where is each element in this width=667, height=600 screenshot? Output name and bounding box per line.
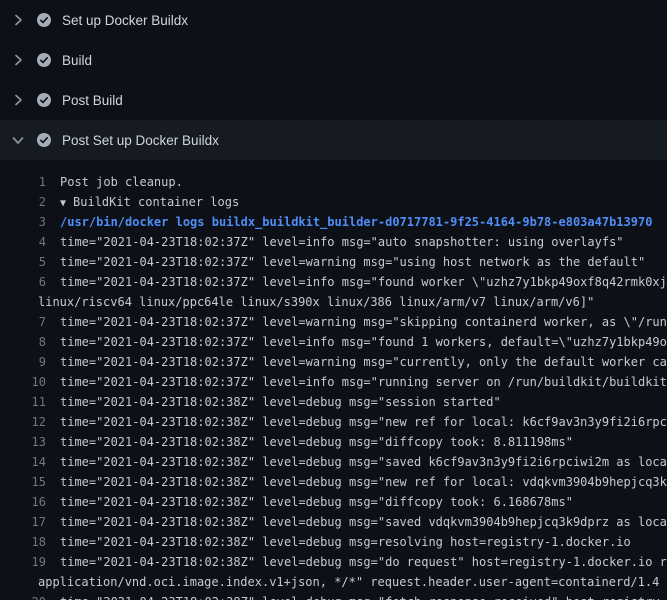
line-number[interactable]: 5 <box>0 252 46 272</box>
log-text: time="2021-04-23T18:02:37Z" level=warnin… <box>60 312 667 332</box>
log-line: 1 Post job cleanup. <box>0 172 667 192</box>
line-number[interactable]: 7 <box>0 312 46 332</box>
log-text: /usr/bin/docker logs buildx_buildkit_bui… <box>60 212 652 232</box>
line-number[interactable]: 2 <box>0 192 46 212</box>
line-number[interactable]: 17 <box>0 512 46 532</box>
log-text: time="2021-04-23T18:02:38Z" level=debug … <box>60 392 501 412</box>
log-line: 12 time="2021-04-23T18:02:38Z" level=deb… <box>0 412 667 432</box>
check-circle-icon <box>36 92 52 108</box>
line-number[interactable]: 8 <box>0 332 46 352</box>
line-number[interactable]: 15 <box>0 472 46 492</box>
log-line: 13 time="2021-04-23T18:02:38Z" level=deb… <box>0 432 667 452</box>
log-line: 10 time="2021-04-23T18:02:37Z" level=inf… <box>0 372 667 392</box>
line-number[interactable]: 6 <box>0 272 46 292</box>
chevron-icon <box>10 132 26 148</box>
log-text: time="2021-04-23T18:02:37Z" level=info m… <box>60 332 667 352</box>
log-text: time="2021-04-23T18:02:38Z" level=debug … <box>60 432 573 452</box>
line-number <box>0 292 24 312</box>
log-text: time="2021-04-23T18:02:37Z" level=warnin… <box>60 252 645 272</box>
line-number[interactable]: 11 <box>0 392 46 412</box>
log-text: time="2021-04-23T18:02:38Z" level=debug … <box>60 412 667 432</box>
log-line: 18 time="2021-04-23T18:02:38Z" level=deb… <box>0 532 667 552</box>
log-line: linux/riscv64 linux/ppc64le linux/s390x … <box>0 292 667 312</box>
log-text: Post job cleanup. <box>60 172 183 192</box>
step-header-build[interactable]: Build <box>0 40 667 80</box>
log-text: time="2021-04-23T18:02:38Z" level=debug … <box>60 552 667 572</box>
line-number[interactable]: 14 <box>0 452 46 472</box>
line-number[interactable]: 4 <box>0 232 46 252</box>
line-number <box>0 572 24 592</box>
log-text: time="2021-04-23T18:02:37Z" level=info m… <box>60 372 667 392</box>
log-line: 11 time="2021-04-23T18:02:38Z" level=deb… <box>0 392 667 412</box>
step-header-post-set-up-docker-buildx[interactable]: Post Set up Docker Buildx <box>0 120 667 160</box>
log-line: 9 time="2021-04-23T18:02:37Z" level=warn… <box>0 352 667 372</box>
log-line: 5 time="2021-04-23T18:02:37Z" level=warn… <box>0 252 667 272</box>
log-line: 15 time="2021-04-23T18:02:38Z" level=deb… <box>0 472 667 492</box>
check-circle-icon <box>36 12 52 28</box>
step-label: Post Build <box>62 93 123 108</box>
log-text: time="2021-04-23T18:02:37Z" level=info m… <box>60 232 624 252</box>
log-body[interactable]: 1 Post job cleanup. 2 ▼BuildKit containe… <box>0 160 667 600</box>
line-number[interactable]: 10 <box>0 372 46 392</box>
line-number[interactable]: 1 <box>0 172 46 192</box>
log-text: time="2021-04-23T18:02:38Z" level=debug … <box>60 452 667 472</box>
log-text: time="2021-04-23T18:02:38Z" level=debug … <box>60 492 573 512</box>
log-line: 4 time="2021-04-23T18:02:37Z" level=info… <box>0 232 667 252</box>
log-line: 19 time="2021-04-23T18:02:38Z" level=deb… <box>0 552 667 572</box>
actions-log-viewer: Set up Docker Buildx Build Post Buil <box>0 0 667 600</box>
log-line: 16 time="2021-04-23T18:02:38Z" level=deb… <box>0 492 667 512</box>
log-text: time="2021-04-23T18:02:37Z" level=info m… <box>60 272 667 292</box>
chevron-icon <box>10 12 26 28</box>
log-line: application/vnd.oci.image.index.v1+json,… <box>0 572 667 592</box>
log-line: 14 time="2021-04-23T18:02:38Z" level=deb… <box>0 452 667 472</box>
line-number[interactable]: 3 <box>0 212 46 232</box>
log-line: 6 time="2021-04-23T18:02:37Z" level=info… <box>0 272 667 292</box>
log-text: time="2021-04-23T18:02:38Z" level=debug … <box>60 512 667 532</box>
step-header-post-build[interactable]: Post Build <box>0 80 667 120</box>
step-label: Build <box>62 53 92 68</box>
log-line: 7 time="2021-04-23T18:02:37Z" level=warn… <box>0 312 667 332</box>
step-label: Set up Docker Buildx <box>62 13 188 28</box>
log-line: 17 time="2021-04-23T18:02:38Z" level=deb… <box>0 512 667 532</box>
check-circle-icon <box>36 132 52 148</box>
line-number[interactable]: 12 <box>0 412 46 432</box>
log-text: time="2021-04-23T18:02:37Z" level=warnin… <box>60 352 667 372</box>
log-text: linux/riscv64 linux/ppc64le linux/s390x … <box>38 292 594 312</box>
log-line: 3 /usr/bin/docker logs buildx_buildkit_b… <box>0 212 667 232</box>
log-text: time="2021-04-23T18:02:38Z" level=debug … <box>60 532 631 552</box>
line-number[interactable]: 16 <box>0 492 46 512</box>
line-number[interactable]: 13 <box>0 432 46 452</box>
log-text[interactable]: ▼BuildKit container logs <box>60 192 239 212</box>
check-circle-icon <box>36 52 52 68</box>
log-line: 8 time="2021-04-23T18:02:37Z" level=info… <box>0 332 667 352</box>
log-text: application/vnd.oci.image.index.v1+json,… <box>38 572 659 592</box>
line-number[interactable]: 9 <box>0 352 46 372</box>
step-list: Set up Docker Buildx Build Post Buil <box>0 0 667 160</box>
chevron-icon <box>10 52 26 68</box>
step-label: Post Set up Docker Buildx <box>62 133 219 148</box>
log-line: 2 ▼BuildKit container logs <box>0 192 667 212</box>
step-header-set-up-docker-buildx[interactable]: Set up Docker Buildx <box>0 0 667 40</box>
log-text: time="2021-04-23T18:02:38Z" level=debug … <box>60 592 660 600</box>
line-number[interactable]: 20 <box>0 592 46 600</box>
log-line: 20 time="2021-04-23T18:02:38Z" level=deb… <box>0 592 667 600</box>
group-toggle-icon[interactable]: ▼ <box>60 198 66 209</box>
log-text: time="2021-04-23T18:02:38Z" level=debug … <box>60 472 667 492</box>
line-number[interactable]: 19 <box>0 552 46 572</box>
line-number[interactable]: 18 <box>0 532 46 552</box>
chevron-icon <box>10 92 26 108</box>
